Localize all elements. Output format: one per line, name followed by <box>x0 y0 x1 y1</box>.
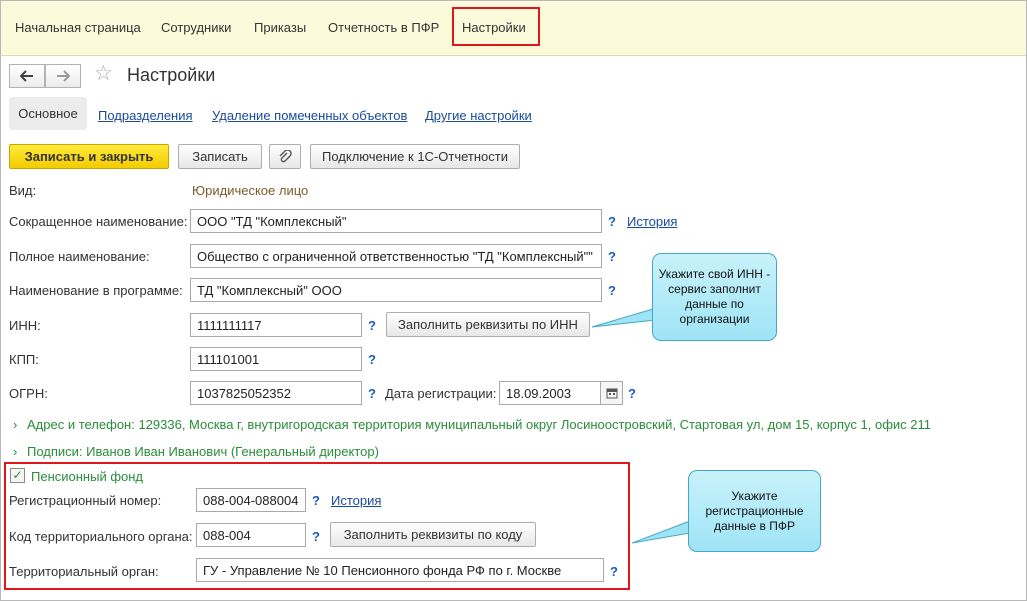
nav-item-pfr-reporting[interactable]: Отчетность в ПФР <box>328 20 439 35</box>
kpp-field[interactable]: 111101001 <box>190 347 362 371</box>
back-button[interactable] <box>9 64 45 88</box>
program-name-help[interactable]: ? <box>608 283 616 298</box>
vid-label: Вид: <box>9 183 37 198</box>
full-name-help[interactable]: ? <box>608 249 616 264</box>
pension-fund-checkbox[interactable]: ✓ <box>10 468 25 483</box>
inn-hint-callout: Укажите свой ИНН - сервис заполнит данны… <box>652 253 777 341</box>
fill-by-code-button[interactable]: Заполнить реквизиты по коду <box>330 522 536 547</box>
reg-date-field[interactable]: 18.09.2003 <box>499 381 601 405</box>
kpp-label: КПП: <box>9 352 39 367</box>
paperclip-icon <box>279 149 292 162</box>
program-name-label: Наименование в программе: <box>9 283 183 298</box>
pension-fund-title[interactable]: Пенсионный фонд <box>31 469 143 484</box>
fill-by-inn-button[interactable]: Заполнить реквизиты по ИНН <box>386 312 590 337</box>
forward-button[interactable] <box>45 64 81 88</box>
page-title: Настройки <box>127 65 216 85</box>
attach-button[interactable] <box>269 144 301 169</box>
tab-other-settings[interactable]: Другие настройки <box>425 108 532 123</box>
territorial-code-label: Код территориального органа: <box>9 529 193 544</box>
territorial-body-label: Территориальный орган: <box>9 564 159 579</box>
arrow-left-icon <box>20 70 33 82</box>
connect-1c-reporting-button[interactable]: Подключение к 1С-Отчетности <box>310 144 520 169</box>
save-and-close-button[interactable]: Записать и закрыть <box>9 144 169 169</box>
tab-delete-marked[interactable]: Удаление помеченных объектов <box>212 108 407 123</box>
arrow-right-icon <box>57 70 70 82</box>
full-name-label: Полное наименование: <box>9 249 150 264</box>
pfr-reg-number-field[interactable]: 088-004-088004 <box>196 488 306 512</box>
ogrn-label: ОГРН: <box>9 386 48 401</box>
inn-label: ИНН: <box>9 318 41 333</box>
signatures-group[interactable]: › Подписи: Иванов Иван Иванович (Генераль… <box>13 444 379 459</box>
chevron-right-icon: › <box>13 444 18 459</box>
territorial-body-help[interactable]: ? <box>610 564 618 579</box>
short-name-history-link[interactable]: История <box>627 214 677 229</box>
star-icon[interactable]: ☆ <box>94 63 113 85</box>
ogrn-help[interactable]: ? <box>368 386 376 401</box>
short-name-label: Сокращенное наименование: <box>9 214 188 229</box>
inn-hint-text: Укажите свой ИНН - сервис заполнит данны… <box>658 267 771 326</box>
vid-value[interactable]: Юридическое лицо <box>192 183 308 198</box>
reg-date-label: Дата регистрации: <box>385 386 497 401</box>
inn-help[interactable]: ? <box>368 318 376 333</box>
full-name-field[interactable]: Общество с ограниченной ответственностью… <box>190 244 602 268</box>
calendar-button[interactable] <box>601 381 623 405</box>
inn-field[interactable]: 1111111117 <box>190 313 362 337</box>
save-button[interactable]: Записать <box>178 144 262 169</box>
pfr-history-link[interactable]: История <box>331 493 381 508</box>
calendar-icon <box>606 388 617 399</box>
pfr-hint-text: Укажите регистрационные данные в ПФР <box>705 488 804 533</box>
tab-departments[interactable]: Подразделения <box>98 108 193 123</box>
settings-highlight-frame <box>452 7 540 46</box>
checkmark-icon: ✓ <box>12 468 23 482</box>
territorial-body-field[interactable]: ГУ - Управление № 10 Пенсионного фонда Р… <box>196 558 604 582</box>
short-name-help[interactable]: ? <box>608 214 616 229</box>
nav-item-employees[interactable]: Сотрудники <box>161 20 231 35</box>
nav-item-orders[interactable]: Приказы <box>254 20 306 35</box>
nav-item-home[interactable]: Начальная страница <box>15 20 141 35</box>
territorial-code-field[interactable]: 088-004 <box>196 523 306 547</box>
tab-main-label: Основное <box>18 106 78 121</box>
chevron-right-icon: › <box>13 417 18 432</box>
program-name-field[interactable]: ТД "Комплексный" ООО <box>190 278 602 302</box>
pfr-reg-number-help[interactable]: ? <box>312 493 320 508</box>
ogrn-field[interactable]: 1037825052352 <box>190 381 362 405</box>
pfr-hint-callout: Укажите регистрационные данные в ПФР <box>688 470 821 552</box>
signatures-text: Подписи: Иванов Иван Иванович (Генеральн… <box>27 444 379 459</box>
territorial-code-help[interactable]: ? <box>312 529 320 544</box>
address-text: Адрес и телефон: 129336, Москва г, внутр… <box>27 417 931 432</box>
kpp-help[interactable]: ? <box>368 352 376 367</box>
reg-date-help[interactable]: ? <box>628 386 636 401</box>
short-name-field[interactable]: ООО "ТД "Комплексный" <box>190 209 602 233</box>
address-group[interactable]: › Адрес и телефон: 129336, Москва г, внут… <box>13 417 931 432</box>
tab-main[interactable]: Основное <box>9 97 87 130</box>
pfr-reg-number-label: Регистрационный номер: <box>9 493 162 508</box>
